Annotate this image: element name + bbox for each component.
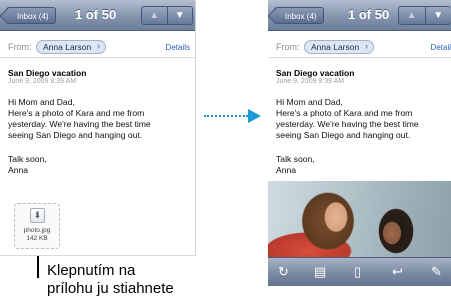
body-line: Hi Mom and Dad, [8,97,75,107]
message-date: June 9, 2009 9:39 AM [276,78,345,85]
from-label: From: [276,42,300,52]
mail-screen-after: Inbox (4) 1 of 50 ▲ ▼ From: Anna Larson … [268,0,451,286]
message-counter: 1 of 50 [75,7,117,22]
body-line: yesterday. We're having the best time [276,119,419,129]
trash-icon[interactable]: ▯ [354,265,361,279]
message-subject: San Diego vacation [8,68,87,78]
message-signature: Talk soon, Anna [8,154,47,176]
message-toolbar: ↻ ▤ ▯ ↩ ✎ [268,257,451,286]
details-link[interactable]: Details [431,43,451,52]
mail-screen-before: Inbox (4) 1 of 50 ▲ ▼ From: Anna Larson … [0,0,196,256]
from-row: From: Anna Larson Details [268,38,451,58]
message-nav-arrows: ▲ ▼ [141,6,193,25]
instruction-caption: Klepnutím na prílohu ju stiahnete [47,262,174,298]
body-line: Hi Mom and Dad, [276,97,343,107]
next-message-icon[interactable]: ▼ [426,7,451,24]
move-folder-icon[interactable]: ▤ [314,265,326,279]
callout-line [37,256,39,278]
message-body: Hi Mom and Dad, Here's a photo of Kara a… [8,97,192,141]
inbox-back-button[interactable]: Inbox (4) [6,7,56,24]
sign-line: Talk soon, [276,154,315,164]
next-message-icon[interactable]: ▼ [168,7,193,24]
reply-icon[interactable]: ↩ [392,265,403,279]
from-label: From: [8,42,32,52]
transition-arrow-icon [204,108,264,124]
details-link[interactable]: Details [166,43,190,52]
message-subject: San Diego vacation [276,68,355,78]
attachment-placeholder[interactable]: ⬇ photo.jpg 142 KB [14,203,60,249]
sign-line: Anna [8,165,29,175]
navigation-bar: Inbox (4) 1 of 50 ▲ ▼ [268,0,451,31]
sign-line: Talk soon, [8,154,47,164]
download-icon: ⬇ [30,208,45,223]
message-signature: Talk soon, Anna [276,154,315,176]
sender-chip[interactable]: Anna Larson [36,40,107,54]
body-line: Here's a photo of Kara and me from [8,108,145,118]
body-line: seeing San Diego and hanging out. [8,130,143,140]
navigation-bar: Inbox (4) 1 of 50 ▲ ▼ [0,0,195,31]
previous-message-icon[interactable]: ▲ [399,7,426,24]
attachment-name: photo.jpg [23,227,51,234]
caption-line: prílohu ju stiahnete [47,280,174,297]
sender-chip[interactable]: Anna Larson [304,40,375,54]
inbox-back-label: Inbox (4) [285,12,317,21]
body-line: seeing San Diego and hanging out. [276,130,411,140]
message-date: June 9, 2009 9:39 AM [8,78,77,85]
body-line: yesterday. We're having the best time [8,119,151,129]
dotted-line [204,115,248,117]
compose-icon[interactable]: ✎ [431,265,442,279]
attachment-size: 142 KB [26,235,48,242]
sign-line: Anna [276,165,297,175]
attached-photo[interactable] [268,181,451,257]
message-counter: 1 of 50 [348,7,390,22]
inbox-back-button[interactable]: Inbox (4) [274,7,324,24]
caption-line: Klepnutím na [47,262,136,279]
message-nav-arrows: ▲ ▼ [398,6,451,25]
inbox-back-label: Inbox (4) [17,12,49,21]
arrowhead [248,109,261,123]
message-body: Hi Mom and Dad, Here's a photo of Kara a… [276,97,451,141]
previous-message-icon[interactable]: ▲ [142,7,168,24]
body-line: Here's a photo of Kara and me from [276,108,413,118]
refresh-icon[interactable]: ↻ [278,265,289,279]
from-row: From: Anna Larson Details [0,38,195,58]
